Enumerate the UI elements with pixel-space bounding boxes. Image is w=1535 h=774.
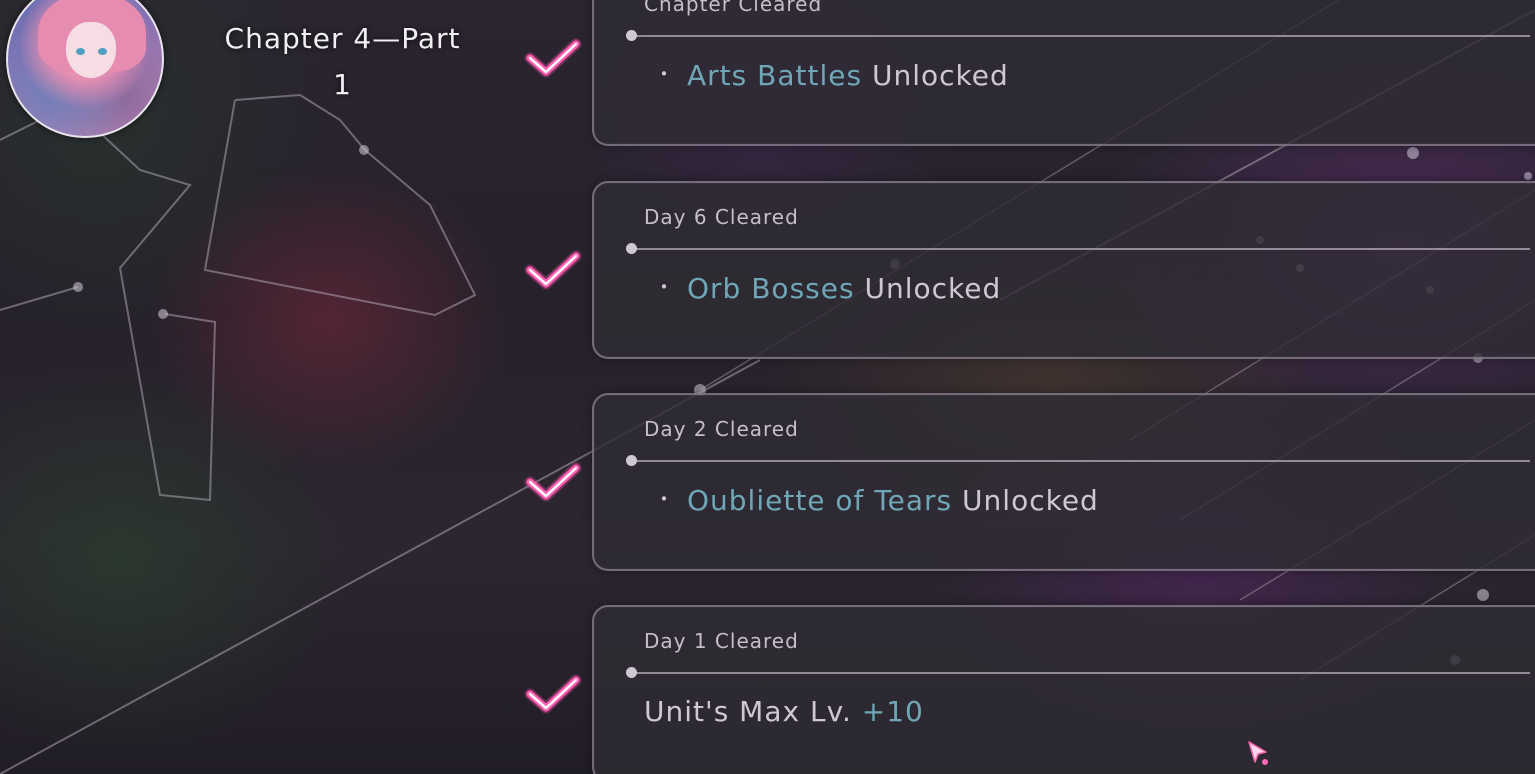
divider-dot — [626, 243, 637, 254]
chapter-title-line2: 1 — [333, 68, 352, 101]
reward-text: ・ Arts Battles Unlocked — [654, 58, 1009, 92]
chapter-title: Chapter 4—Part 1 — [200, 16, 485, 108]
reward-text: ・ Oubliette of Tears Unlocked — [654, 483, 1099, 517]
divider-dot — [626, 667, 637, 678]
reward-prefix: Unit's Max Lv. — [644, 695, 862, 728]
bullet-icon: ・ — [654, 62, 675, 86]
divider-line — [632, 460, 1530, 462]
check-mark-icon — [524, 38, 582, 78]
check-mark-icon — [524, 250, 582, 290]
divider-dot — [626, 30, 637, 41]
reward-highlight: +10 — [861, 695, 924, 728]
reward-condition-label: Chapter Cleared — [644, 0, 823, 16]
divider-line — [632, 248, 1530, 250]
check-mark-icon — [524, 674, 582, 714]
reward-suffix: Unlocked — [854, 272, 1002, 305]
divider-dot — [626, 455, 637, 466]
reward-text: ・ Orb Bosses Unlocked — [654, 271, 1001, 305]
reward-suffix: Unlocked — [862, 59, 1009, 92]
avatar-left-eye — [76, 48, 85, 55]
reward-highlight: Arts Battles — [687, 59, 863, 92]
reward-highlight: Orb Bosses — [687, 272, 855, 305]
check-mark-icon — [524, 462, 582, 502]
reward-suffix: Unlocked — [952, 484, 1099, 517]
bullet-icon: ・ — [654, 275, 675, 299]
reward-card-day-6: Day 6 Cleared ・ Orb Bosses Unlocked — [592, 181, 1535, 359]
divider-line — [632, 35, 1530, 37]
avatar-face — [66, 22, 116, 78]
reward-card-day-2: Day 2 Cleared ・ Oubliette of Tears Unlock… — [592, 393, 1535, 571]
reward-condition-label: Day 2 Cleared — [644, 417, 799, 441]
divider-line — [632, 672, 1530, 674]
bullet-icon: ・ — [654, 487, 675, 511]
reward-card-day-1: Day 1 Cleared Unit's Max Lv. +10 — [592, 605, 1535, 774]
pointer-cursor-icon — [1248, 741, 1268, 765]
reward-highlight: Oubliette of Tears — [687, 484, 953, 517]
avatar-right-eye — [98, 48, 107, 55]
reward-text: Unit's Max Lv. +10 — [644, 695, 924, 728]
game-screen: Chapter 4—Part 1 Chapter Cleared ・ Arts B… — [0, 0, 1535, 774]
chapter-title-line1: Chapter 4—Part — [224, 22, 461, 55]
reward-condition-label: Day 1 Cleared — [644, 629, 799, 653]
reward-condition-label: Day 6 Cleared — [644, 205, 799, 229]
reward-card-chapter-cleared: Chapter Cleared ・ Arts Battles Unlocked — [592, 0, 1535, 146]
